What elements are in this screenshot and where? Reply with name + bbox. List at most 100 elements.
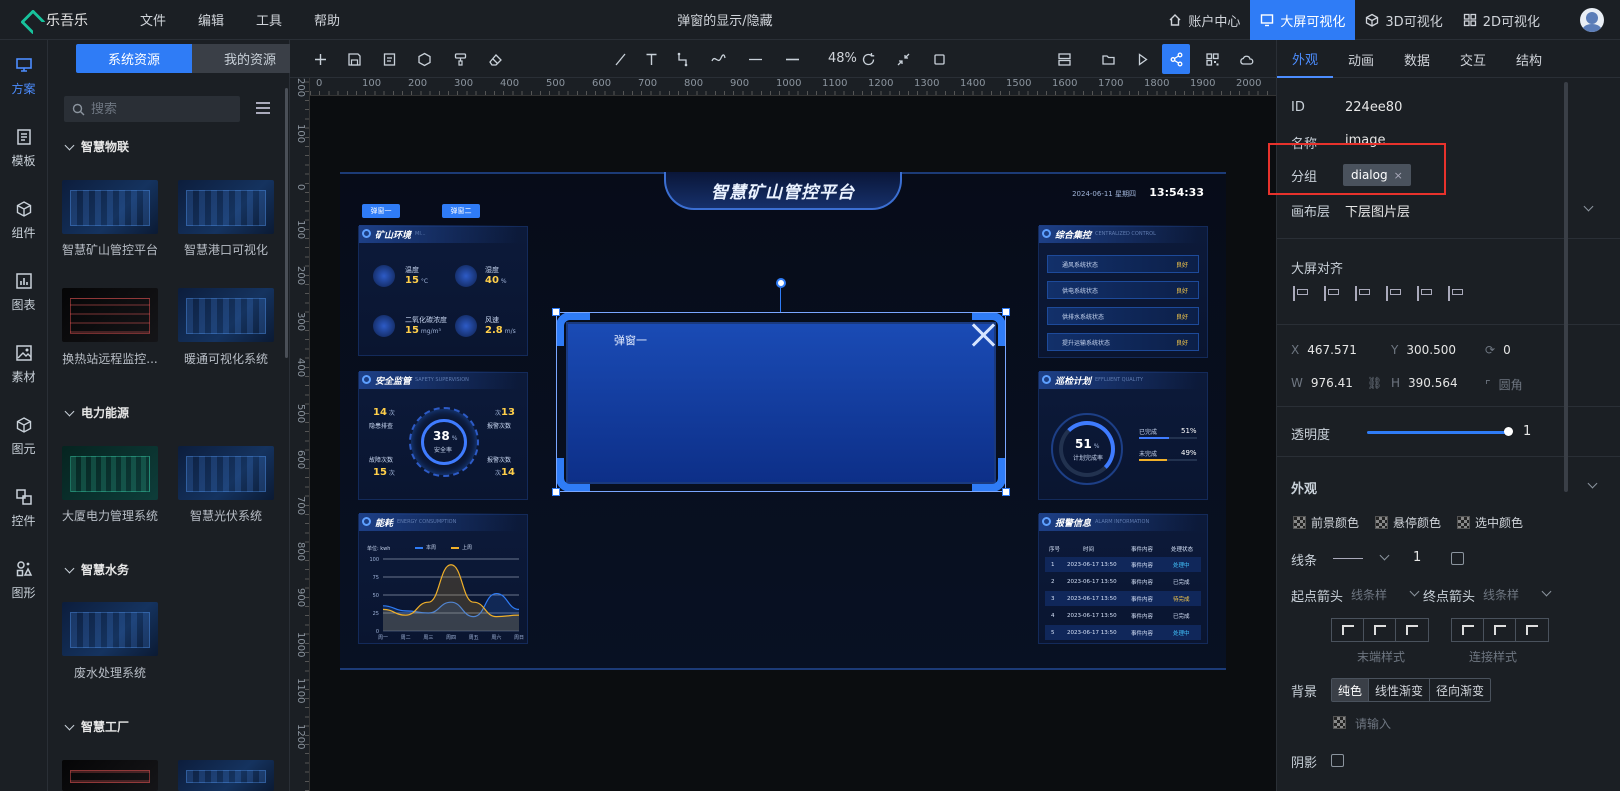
thumbnail-hvac[interactable] — [178, 288, 274, 342]
text-tool-button[interactable] — [641, 49, 661, 69]
shadow-checkbox[interactable] — [1331, 754, 1344, 767]
cap-round-icon[interactable] — [1364, 619, 1396, 641]
align-center-h-icon[interactable] — [1324, 286, 1339, 301]
thumbnail-factory-1[interactable] — [62, 760, 158, 791]
align-bottom-icon[interactable] — [1448, 286, 1463, 301]
tab-structure[interactable]: 结构 — [1501, 40, 1557, 78]
share-button[interactable] — [1162, 44, 1190, 74]
tab-data[interactable]: 数据 — [1389, 40, 1445, 78]
curve-tool-button[interactable] — [708, 49, 728, 69]
open-folder-button[interactable] — [1098, 49, 1118, 69]
bg-radial-gradient-button[interactable]: 径向渐变 — [1430, 679, 1490, 701]
list-view-icon[interactable] — [256, 102, 270, 114]
properties-scrollbar[interactable] — [1564, 82, 1568, 492]
align-top-icon[interactable] — [1386, 286, 1401, 301]
category-power-energy[interactable]: 电力能源 — [64, 404, 129, 421]
menu-edit[interactable]: 编辑 — [182, 10, 240, 29]
resize-handle-tl[interactable] — [552, 308, 560, 316]
vertical-ruler[interactable]: 200 100 0 100 200 300 400 500 600 700 80… — [290, 78, 310, 791]
end-arrow-select[interactable]: 线条样 — [1483, 586, 1519, 603]
crop-button[interactable] — [929, 49, 949, 69]
rail-item-elements[interactable]: 图元 — [0, 400, 47, 472]
app-logo[interactable]: 乐吾乐 — [22, 10, 88, 30]
line-style-button[interactable] — [745, 49, 765, 69]
tab-animation[interactable]: 动画 — [1333, 40, 1389, 78]
page-button[interactable] — [379, 49, 399, 69]
lock-ratio-button[interactable]: ⛓ — [1367, 376, 1390, 390]
align-left-icon[interactable] — [1293, 286, 1308, 301]
add-button[interactable] — [310, 49, 330, 69]
bg-solid-button[interactable]: 纯色 — [1332, 679, 1370, 701]
rail-item-components[interactable]: 组件 — [0, 184, 47, 256]
table-row[interactable]: 2 2023-06-17 13:50 事件内容 已完成 — [1045, 574, 1201, 589]
thumbnail-factory-2[interactable] — [178, 760, 274, 791]
chevron-down-icon[interactable] — [1587, 478, 1598, 489]
cloud-button[interactable] — [1236, 49, 1256, 69]
tab-system-resources[interactable]: 系统资源 — [76, 44, 192, 73]
search-input[interactable] — [91, 101, 231, 117]
w-field[interactable]: W 976.41 — [1291, 376, 1353, 390]
tab-appearance[interactable]: 外观 — [1277, 40, 1333, 78]
zoom-level[interactable]: 48% — [828, 51, 857, 66]
resource-scrollbar[interactable] — [285, 88, 288, 358]
category-smart-iot[interactable]: 智慧物联 — [64, 138, 129, 155]
energy-line-chart[interactable]: 1007550250周一 周二 周三 周四 周五 周六 周日 — [359, 551, 527, 645]
resize-handle-bl[interactable] — [552, 488, 560, 496]
rail-item-charts[interactable]: 图表 — [0, 256, 47, 328]
line-tool-button[interactable] — [610, 49, 630, 69]
control-row[interactable]: 供排水系统状态 良好 — [1047, 307, 1199, 325]
align-center-v-icon[interactable] — [1417, 286, 1432, 301]
category-smart-water[interactable]: 智慧水务 — [64, 561, 129, 578]
opacity-value[interactable]: 1 — [1523, 424, 1531, 439]
resize-handle-br[interactable] — [1002, 488, 1010, 496]
preview-button[interactable] — [1132, 49, 1152, 69]
nav-3d-visualization[interactable]: 3D可视化 — [1355, 0, 1452, 40]
line-width-button[interactable] — [782, 49, 802, 69]
layer-select[interactable]: 下层图片层 — [1345, 201, 1410, 220]
chevron-down-icon[interactable] — [1583, 201, 1594, 212]
reset-view-button[interactable] — [858, 49, 878, 69]
thumbnail-smart-mine[interactable] — [62, 180, 158, 234]
foreground-color-swatch[interactable] — [1293, 516, 1306, 529]
nav-screen-visualization[interactable]: 大屏可视化 — [1250, 0, 1356, 40]
layout-button[interactable] — [1054, 49, 1074, 69]
thumbnail-heat-station[interactable] — [62, 288, 158, 342]
x-field[interactable]: X 467.571 — [1291, 343, 1357, 357]
align-right-icon[interactable] — [1355, 286, 1370, 301]
radius-field[interactable]: ⌜ 圆角 — [1485, 376, 1531, 393]
appearance-section-title[interactable]: 外观 — [1291, 478, 1317, 497]
cap-butt-icon[interactable] — [1332, 619, 1364, 641]
table-row[interactable]: 5 2023-06-17 13:50 事件内容 处理中 — [1045, 625, 1201, 640]
horizontal-ruler[interactable]: 0 100 200 300 400 500 600 700 800 900 10… — [310, 78, 1276, 96]
bg-linear-gradient-button[interactable]: 线性渐变 — [1369, 679, 1431, 701]
qrcode-button[interactable] — [1202, 49, 1222, 69]
thumbnail-building-power[interactable] — [62, 446, 158, 500]
category-smart-factory[interactable]: 智慧工厂 — [64, 718, 129, 735]
fit-view-button[interactable] — [893, 49, 913, 69]
user-avatar[interactable] — [1580, 8, 1604, 32]
cap-square-icon[interactable] — [1396, 619, 1428, 641]
eraser-button[interactable] — [485, 49, 505, 69]
thumbnail-smart-port[interactable] — [178, 180, 274, 234]
line-style-preview[interactable] — [1333, 558, 1363, 559]
rotation-handle[interactable] — [776, 278, 786, 288]
rail-item-shapes[interactable]: 图形 — [0, 544, 47, 616]
control-row[interactable]: 提升运输系统状态 良好 — [1047, 333, 1199, 351]
opacity-slider[interactable] — [1367, 427, 1513, 436]
join-round-icon[interactable] — [1484, 619, 1516, 641]
table-row[interactable]: 4 2023-06-17 13:50 事件内容 已完成 — [1045, 608, 1201, 623]
chevron-down-icon[interactable] — [1409, 586, 1420, 597]
rotation-field[interactable]: ⟳ 0 — [1485, 343, 1511, 357]
selected-color-swatch[interactable] — [1457, 516, 1470, 529]
polyline-tool-button[interactable] — [673, 49, 693, 69]
table-row[interactable]: 1 2023-06-17 13:50 事件内容 处理中 — [1045, 557, 1201, 572]
thumbnail-wastewater[interactable] — [62, 602, 158, 656]
background-color-input[interactable]: 请输入 — [1355, 715, 1391, 732]
chevron-down-icon[interactable] — [1541, 586, 1552, 597]
hover-color-swatch[interactable] — [1375, 516, 1388, 529]
menu-file[interactable]: 文件 — [124, 10, 182, 29]
nav-account-center[interactable]: 账户中心 — [1158, 0, 1250, 40]
line-checkbox[interactable] — [1451, 552, 1464, 565]
rail-item-materials[interactable]: 素材 — [0, 328, 47, 400]
control-row[interactable]: 供电系统状态 良好 — [1047, 281, 1199, 299]
